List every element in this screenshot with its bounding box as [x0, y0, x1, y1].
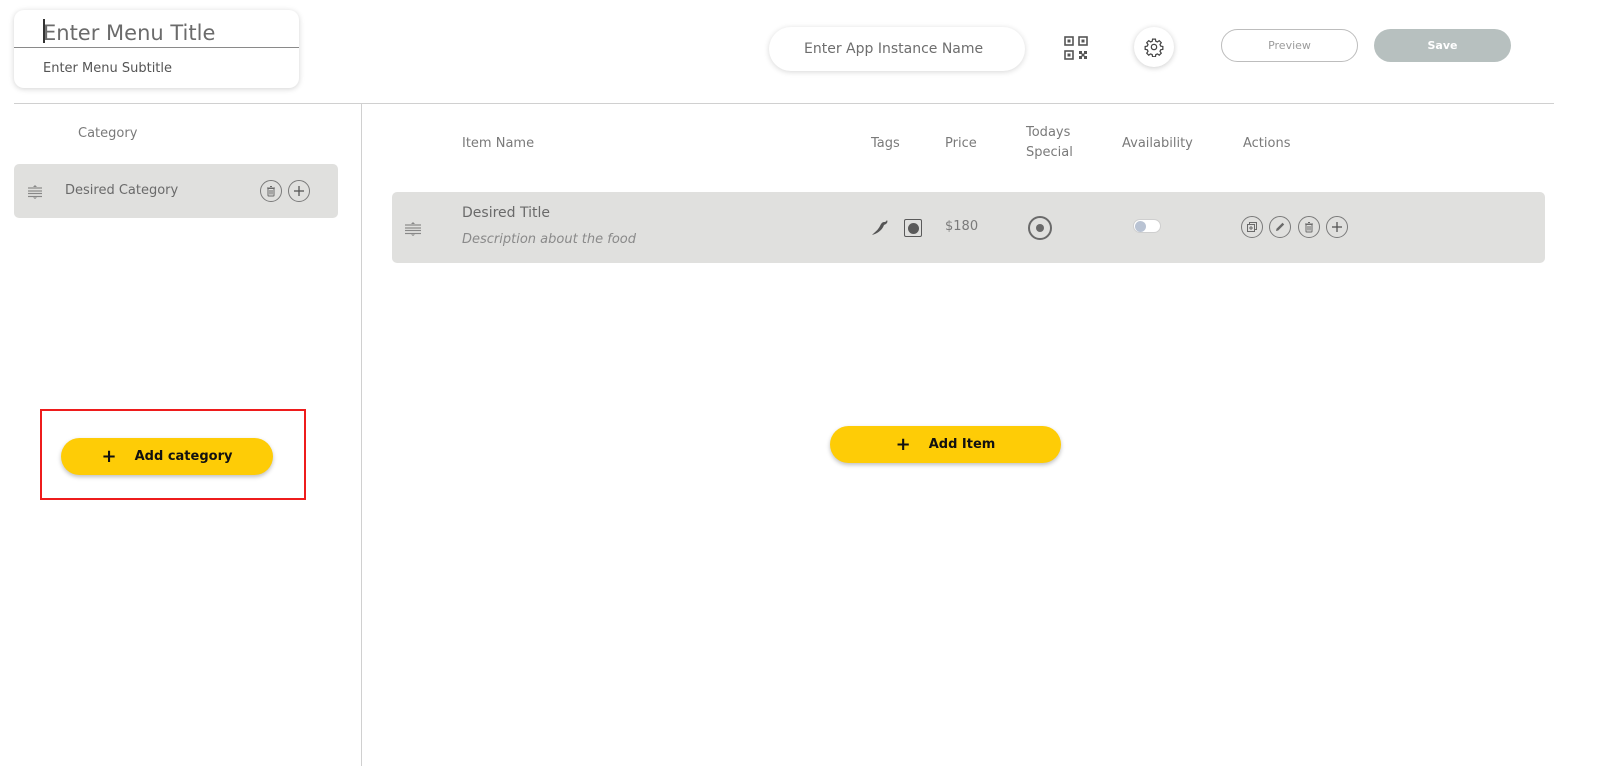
- plus-icon: [294, 186, 304, 196]
- preview-button[interactable]: Preview: [1221, 29, 1358, 62]
- column-header-availability: Availability: [1122, 136, 1193, 151]
- todays-special-radio[interactable]: [1028, 216, 1052, 240]
- add-item-inline-button[interactable]: [1326, 216, 1348, 238]
- toggle-knob: [1135, 221, 1146, 232]
- category-row[interactable]: Desired Category: [14, 164, 338, 218]
- menu-title-input[interactable]: [43, 18, 283, 48]
- item-price: $180: [945, 219, 979, 234]
- availability-toggle[interactable]: [1133, 219, 1161, 233]
- add-category-label: Add category: [134, 449, 233, 464]
- trash-icon: [1305, 222, 1313, 233]
- add-category-button[interactable]: + Add category: [61, 438, 273, 475]
- veg-dot: [907, 222, 919, 234]
- title-divider: [14, 47, 299, 48]
- sidebar-divider: [361, 104, 362, 766]
- column-header-item-name: Item Name: [462, 136, 535, 151]
- plus-icon: +: [101, 445, 117, 467]
- gear-icon: [1144, 38, 1164, 57]
- veg-icon: [904, 219, 922, 237]
- chili-icon: [870, 219, 889, 237]
- column-header-tags: Tags: [871, 136, 900, 151]
- drag-handle-icon[interactable]: [404, 221, 422, 236]
- settings-button[interactable]: [1134, 27, 1174, 67]
- todays-special-line1: Todays: [1026, 125, 1071, 140]
- add-item-button[interactable]: + Add Item: [830, 426, 1061, 463]
- trash-icon: [267, 186, 275, 197]
- qr-code-icon[interactable]: [1063, 35, 1089, 61]
- table-row[interactable]: Desired Title Description about the food…: [392, 192, 1545, 263]
- column-header-todays-special: Todays Special: [1026, 123, 1073, 163]
- header-divider: [14, 103, 1554, 104]
- column-header-actions: Actions: [1243, 136, 1291, 151]
- copy-icon: [1247, 222, 1257, 232]
- menu-title-card: [14, 10, 299, 88]
- delete-item-button[interactable]: [1298, 216, 1320, 238]
- save-button[interactable]: Save: [1374, 29, 1511, 62]
- item-title: Desired Title: [462, 205, 550, 221]
- radio-dot: [1036, 224, 1044, 232]
- column-header-price: Price: [945, 136, 977, 151]
- category-name: Desired Category: [65, 183, 179, 198]
- duplicate-item-button[interactable]: [1241, 216, 1263, 238]
- drag-handle-icon[interactable]: [27, 184, 43, 199]
- app-instance-name-input[interactable]: [769, 27, 1025, 71]
- todays-special-line2: Special: [1026, 145, 1073, 160]
- plus-icon: [1332, 222, 1342, 232]
- plus-icon: +: [895, 433, 911, 455]
- delete-category-button[interactable]: [260, 180, 282, 202]
- text-cursor: [43, 19, 45, 43]
- item-description: Description about the food: [462, 232, 637, 247]
- add-subcategory-button[interactable]: [288, 180, 310, 202]
- category-header: Category: [78, 126, 138, 141]
- edit-item-button[interactable]: [1269, 216, 1291, 238]
- pencil-icon: [1276, 222, 1285, 231]
- add-item-label: Add Item: [928, 437, 996, 452]
- menu-subtitle-input[interactable]: [43, 58, 283, 78]
